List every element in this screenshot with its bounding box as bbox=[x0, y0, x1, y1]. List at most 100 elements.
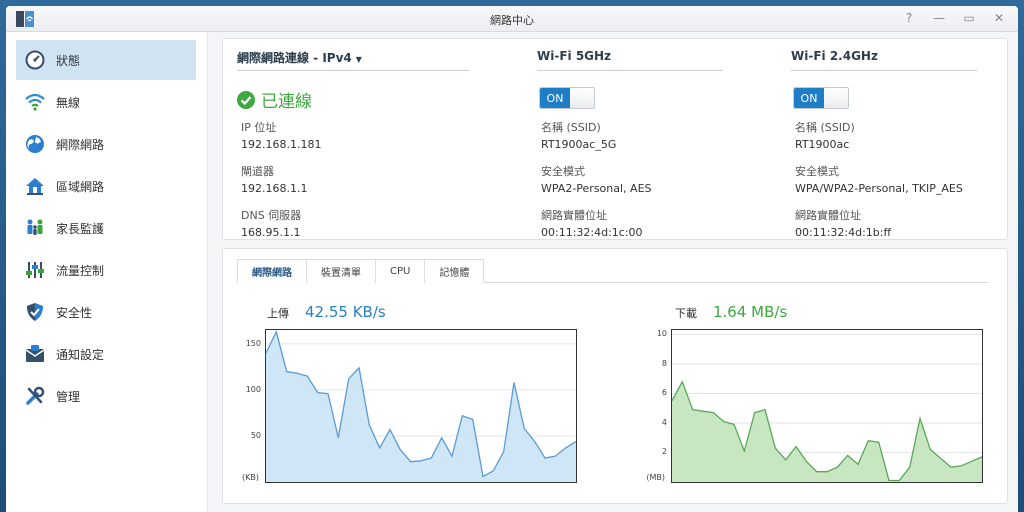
shield-icon bbox=[24, 301, 46, 323]
network-center-window: 網路中心 ? — ▭ ✕ 狀態 無線 網際網路 區域網路 家長監護 流量控制 安… bbox=[6, 6, 1018, 512]
gauge-icon bbox=[24, 49, 46, 71]
y-tick-label: 50 bbox=[250, 430, 261, 440]
download-chart bbox=[671, 329, 983, 483]
globe-icon bbox=[24, 133, 46, 155]
ip-value: 192.168.1.181 bbox=[241, 138, 322, 151]
upload-value: 42.55 KB/s bbox=[305, 303, 386, 321]
main-content: 網際網路連線 - IPv4 ▼ 已連線 IP 位址 192.168.1.181 閘… bbox=[208, 32, 1018, 512]
sidebar-item-security[interactable]: 安全性 bbox=[16, 292, 196, 332]
sidebar-item-parental-control[interactable]: 家長監護 bbox=[16, 208, 196, 248]
help-button[interactable]: ? bbox=[902, 9, 916, 27]
home-network-icon bbox=[24, 175, 46, 197]
sidebar-item-internet[interactable]: 網際網路 bbox=[16, 124, 196, 164]
sidebar-item-label: 無線 bbox=[56, 95, 81, 110]
download-chart-svg bbox=[672, 333, 982, 482]
y-tick-label: 100 bbox=[245, 384, 261, 394]
wifi5-header: Wi-Fi 5GHz bbox=[537, 49, 723, 71]
titlebar: 網路中心 ? — ▭ ✕ bbox=[6, 6, 1018, 32]
download-area bbox=[672, 381, 982, 482]
security-value: WPA/WPA2-Personal, TKIP_AES bbox=[795, 182, 963, 195]
security-value: WPA2-Personal, AES bbox=[541, 182, 652, 195]
tab-memory[interactable]: 記憶體 bbox=[424, 259, 485, 283]
ip-label: IP 位址 bbox=[241, 121, 277, 134]
sliders-icon bbox=[24, 259, 46, 281]
upload-chart-svg bbox=[266, 330, 576, 482]
check-circle-icon bbox=[237, 90, 255, 109]
wifi24-column: Wi-Fi 2.4GHz ON 名稱 (SSID) RT1900ac 安全模式 … bbox=[791, 49, 977, 239]
y-unit-label: (MB) bbox=[646, 473, 665, 482]
minimize-button[interactable]: — bbox=[932, 9, 946, 27]
dns-value: 168.95.1.1 bbox=[241, 226, 301, 239]
y-tick-label: 10 bbox=[656, 329, 667, 339]
sidebar-item-label: 區域網路 bbox=[56, 179, 105, 194]
chevron-down-icon: ▼ bbox=[355, 55, 362, 64]
close-button[interactable]: ✕ bbox=[992, 9, 1006, 27]
sidebar-item-label: 流量控制 bbox=[56, 263, 105, 278]
toggle-on-label: ON bbox=[794, 88, 824, 108]
upload-label: 上傳 bbox=[267, 307, 289, 320]
sidebar: 狀態 無線 網際網路 區域網路 家長監護 流量控制 安全性 通知設定 管理 bbox=[6, 32, 208, 512]
connection-info-panel: 網際網路連線 - IPv4 ▼ 已連線 IP 位址 192.168.1.181 閘… bbox=[222, 38, 1008, 240]
mac-label: 網路實體位址 bbox=[541, 209, 607, 222]
traffic-panel: 網際網路 裝置清單 CPU 記憶體 上傳 42.55 KB/s 下載 1.64 … bbox=[222, 248, 1008, 504]
wifi24-toggle[interactable]: ON bbox=[793, 87, 849, 109]
sidebar-item-label: 狀態 bbox=[56, 53, 81, 68]
download-rate: 下載 1.64 MB/s bbox=[675, 303, 787, 321]
sidebar-item-label: 網際網路 bbox=[56, 137, 105, 152]
internet-column: 網際網路連線 - IPv4 ▼ 已連線 IP 位址 192.168.1.181 閘… bbox=[237, 49, 469, 239]
wifi24-header: Wi-Fi 2.4GHz bbox=[791, 49, 977, 71]
y-tick-label: 4 bbox=[661, 417, 667, 427]
download-chart-area: 2 4 6 8 10 (MB) bbox=[643, 329, 983, 489]
sidebar-item-wireless[interactable]: 無線 bbox=[16, 82, 196, 122]
security-label: 安全模式 bbox=[795, 165, 839, 178]
sidebar-item-label: 家長監護 bbox=[56, 221, 105, 236]
download-value: 1.64 MB/s bbox=[713, 303, 788, 321]
sidebar-item-local-network[interactable]: 區域網路 bbox=[16, 166, 196, 206]
ssid-value: RT1900ac bbox=[795, 138, 850, 151]
wifi-icon bbox=[24, 91, 46, 113]
mac-value: 00:11:32:4d:1b:ff bbox=[795, 226, 892, 239]
tab-internet[interactable]: 網際網路 bbox=[237, 259, 307, 283]
upload-chart bbox=[265, 329, 577, 483]
wifi5-toggle[interactable]: ON bbox=[539, 87, 595, 109]
notification-icon bbox=[24, 343, 46, 365]
sidebar-item-label: 管理 bbox=[56, 389, 81, 404]
mac-label: 網路實體位址 bbox=[795, 209, 861, 222]
maximize-button[interactable]: ▭ bbox=[962, 9, 976, 27]
tab-device-list[interactable]: 裝置清單 bbox=[306, 259, 376, 283]
wifi5-column: Wi-Fi 5GHz ON 名稱 (SSID) RT1900ac_5G 安全模式… bbox=[537, 49, 723, 239]
sidebar-item-label: 安全性 bbox=[56, 305, 93, 320]
sidebar-item-status[interactable]: 狀態 bbox=[16, 40, 196, 80]
sidebar-item-notifications[interactable]: 通知設定 bbox=[16, 334, 196, 374]
tools-icon bbox=[24, 385, 46, 407]
ssid-label: 名稱 (SSID) bbox=[795, 121, 855, 134]
internet-header-label: 網際網路連線 - IPv4 bbox=[237, 51, 352, 65]
gateway-value: 192.168.1.1 bbox=[241, 182, 308, 195]
family-icon bbox=[24, 217, 46, 239]
dns-label: DNS 伺服器 bbox=[241, 209, 302, 222]
upload-area bbox=[266, 331, 576, 482]
sidebar-item-management[interactable]: 管理 bbox=[16, 376, 196, 416]
y-tick-label: 8 bbox=[661, 358, 667, 368]
toggle-knob bbox=[570, 88, 594, 108]
y-tick-label: 2 bbox=[661, 447, 667, 457]
mac-value: 00:11:32:4d:1c:00 bbox=[541, 226, 643, 239]
security-label: 安全模式 bbox=[541, 165, 585, 178]
tab-cpu[interactable]: CPU bbox=[375, 259, 426, 283]
upload-rate: 上傳 42.55 KB/s bbox=[267, 303, 386, 321]
y-tick-label: 150 bbox=[245, 338, 261, 348]
download-label: 下載 bbox=[675, 307, 697, 320]
ssid-value: RT1900ac_5G bbox=[541, 138, 617, 151]
sidebar-item-label: 通知設定 bbox=[56, 347, 105, 362]
traffic-tabs: 網際網路 裝置清單 CPU 記憶體 bbox=[237, 259, 989, 283]
sidebar-item-traffic-control[interactable]: 流量控制 bbox=[16, 250, 196, 290]
toggle-knob bbox=[824, 88, 848, 108]
connection-status: 已連線 bbox=[237, 87, 312, 112]
gateway-label: 閘道器 bbox=[241, 165, 274, 178]
y-tick-label: 6 bbox=[661, 388, 667, 398]
internet-header[interactable]: 網際網路連線 - IPv4 ▼ bbox=[237, 49, 469, 71]
window-title: 網路中心 bbox=[490, 14, 534, 27]
status-text: 已連線 bbox=[261, 92, 312, 112]
toggle-on-label: ON bbox=[540, 88, 570, 108]
upload-chart-area: 50 100 150 (KB) bbox=[237, 329, 577, 489]
